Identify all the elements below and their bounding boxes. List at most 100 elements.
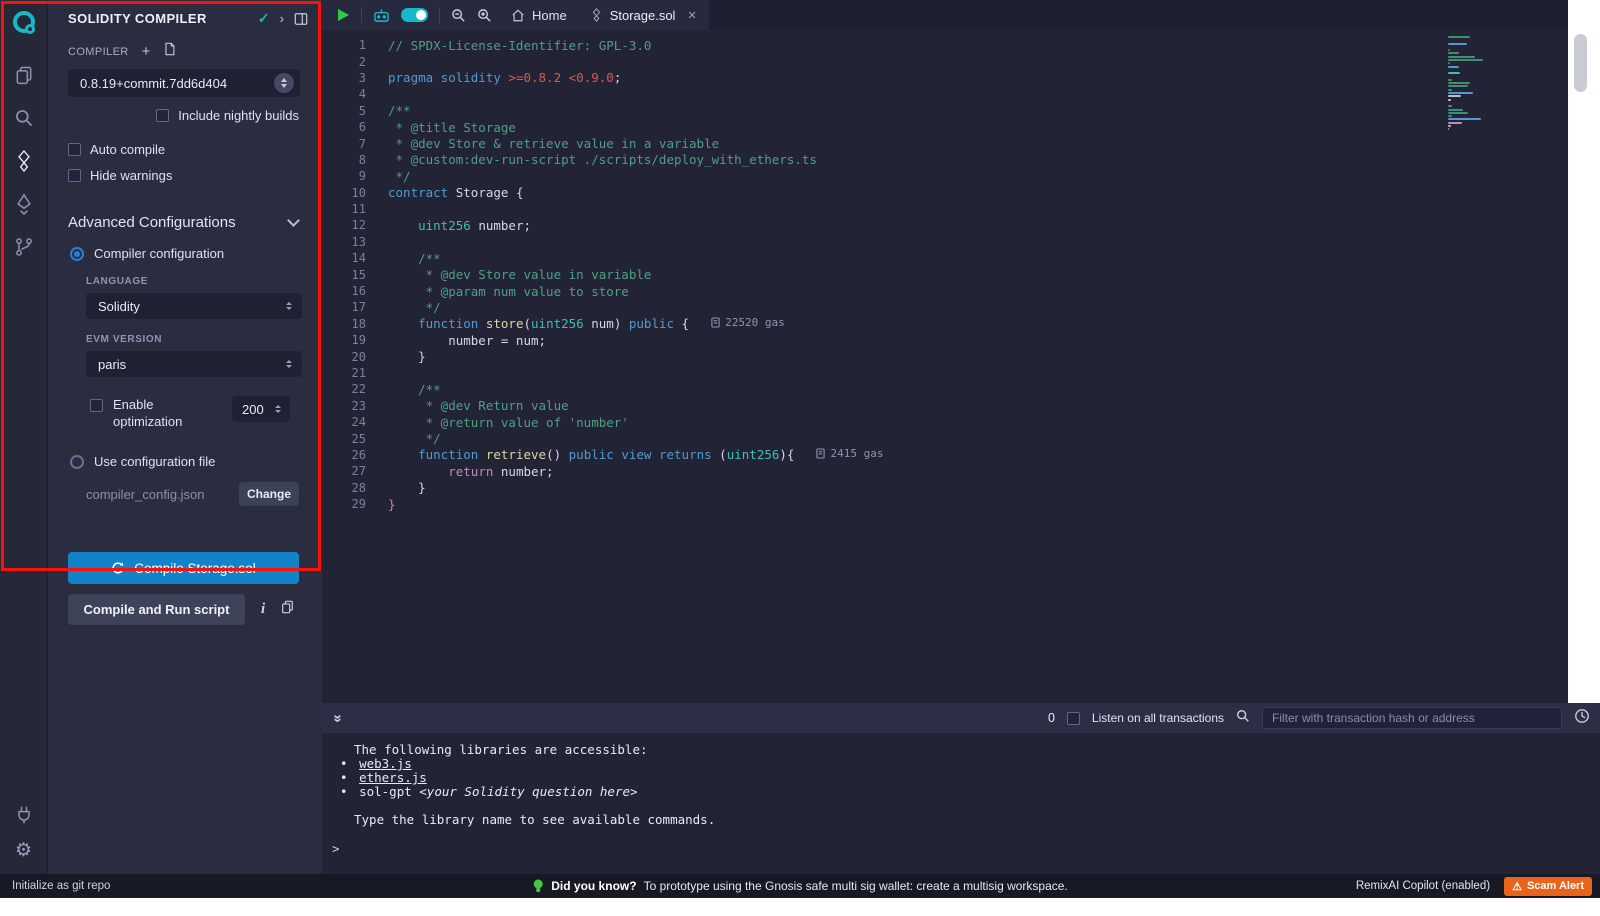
auto-compile-checkbox[interactable] [68, 143, 81, 156]
code-line[interactable]: 22 /** [322, 381, 1568, 397]
settings-gear-icon[interactable]: ⚙ [15, 841, 32, 860]
remix-logo-icon[interactable] [9, 8, 39, 43]
search-icon[interactable] [8, 104, 40, 132]
compiler-version-select[interactable]: 0.8.19+commit.7dd6d404 [68, 69, 300, 97]
code-line[interactable]: 15 * @dev Store value in variable [322, 266, 1568, 282]
copy-icon[interactable] [281, 600, 294, 619]
code-line[interactable]: 11 [322, 201, 1568, 217]
panel-header: SOLIDITY COMPILER ✓ › [48, 0, 322, 27]
code-line[interactable]: 4 [322, 86, 1568, 102]
library-link[interactable]: web3.js [359, 756, 412, 771]
code-line[interactable]: 2 [322, 53, 1568, 69]
editor-controls: Home [322, 0, 579, 30]
git-icon[interactable] [8, 233, 40, 261]
tab-home[interactable]: Home [511, 8, 567, 23]
compile-and-run-button[interactable]: Compile and Run script [68, 594, 245, 625]
library-link[interactable]: ethers.js [359, 770, 427, 785]
include-nightly-checkbox[interactable] [156, 109, 169, 122]
code-line[interactable]: 17 */ [322, 299, 1568, 315]
code-line[interactable]: 12 uint256 number; [322, 217, 1568, 233]
deploy-run-icon[interactable] [8, 190, 40, 218]
evm-version-select[interactable]: paris [86, 351, 302, 377]
gas-estimate-badge[interactable]: 22520 gas [711, 316, 785, 329]
zoom-out-icon[interactable] [451, 8, 466, 23]
advanced-configurations-header[interactable]: Advanced Configurations [48, 214, 322, 231]
add-compiler-icon[interactable]: + [142, 44, 151, 59]
code-line[interactable]: 25 */ [322, 430, 1568, 446]
info-icon[interactable]: i [261, 601, 265, 618]
ai-copilot-robot-icon[interactable] [373, 8, 390, 23]
use-config-file-radio[interactable] [70, 455, 84, 469]
code-line[interactable]: 13 [322, 234, 1568, 250]
scam-alert-badge[interactable]: ⚠ Scam Alert [1504, 877, 1592, 896]
code-line[interactable]: 18 function store(uint256 num) public {2… [322, 316, 1568, 332]
plugin-manager-icon[interactable] [8, 801, 40, 829]
run-script-play-button[interactable] [336, 8, 350, 22]
pin-panel-icon[interactable] [294, 12, 308, 26]
terminal-line: Type the library name to see available c… [332, 813, 1600, 827]
code-line[interactable]: 8 * @custom:dev-run-script ./scripts/dep… [322, 152, 1568, 168]
hide-warnings-checkbox[interactable] [68, 169, 81, 182]
compiler-configuration-label: Compiler configuration [94, 246, 224, 261]
expand-terminal-icon[interactable]: » [330, 714, 347, 722]
transaction-count: 0 [1048, 711, 1055, 725]
pending-clock-icon[interactable] [1574, 708, 1590, 729]
open-file-icon[interactable] [163, 42, 176, 61]
code-line[interactable]: 7 * @dev Store & retrieve value in a var… [322, 135, 1568, 151]
code-line[interactable]: 28 } [322, 480, 1568, 496]
minimap-line [1448, 69, 1512, 71]
listen-transactions-label: Listen on all transactions [1092, 711, 1224, 725]
chevron-right-icon[interactable]: › [280, 11, 284, 26]
code-line[interactable]: 29} [322, 496, 1568, 512]
terminal-search-icon[interactable] [1236, 709, 1250, 728]
minimap-line [1448, 59, 1483, 61]
minimap-line [1448, 99, 1451, 101]
compiler-configuration-radio[interactable] [70, 247, 84, 261]
gas-estimate-badge[interactable]: 2415 gas [816, 447, 883, 460]
code-line[interactable]: 27 return number; [322, 463, 1568, 479]
optimization-runs-input[interactable]: 200 [232, 396, 290, 422]
code-line[interactable]: 9 */ [322, 168, 1568, 184]
transaction-filter-input[interactable] [1262, 707, 1562, 729]
include-nightly-row: Include nightly builds [48, 108, 322, 123]
compile-button[interactable]: Compile Storage.sol [68, 552, 299, 584]
file-explorer-icon[interactable] [8, 61, 40, 89]
solidity-compiler-icon[interactable] [8, 147, 40, 175]
zoom-in-icon[interactable] [477, 8, 492, 23]
code-line[interactable]: 10contract Storage { [322, 185, 1568, 201]
minimap[interactable] [1448, 36, 1512, 132]
code-line[interactable]: 14 /** [322, 250, 1568, 266]
code-line[interactable]: 3pragma solidity >=0.8.2 <0.9.0; [322, 70, 1568, 86]
runs-stepper-icon[interactable] [275, 405, 281, 413]
git-init-status[interactable]: Initialize as git repo [12, 880, 110, 892]
language-select[interactable]: Solidity [86, 293, 302, 319]
solidity-file-icon [591, 8, 602, 22]
enable-optimization-label: Enable optimization [113, 396, 195, 430]
enable-optimization-checkbox[interactable] [90, 399, 103, 412]
code-line[interactable]: 1// SPDX-License-Identifier: GPL-3.0 [322, 37, 1568, 53]
code-line[interactable]: 21 [322, 365, 1568, 381]
code-line[interactable]: 26 function retrieve() public view retur… [322, 447, 1568, 463]
code-line[interactable]: 6 * @title Storage [322, 119, 1568, 135]
terminal-prompt[interactable]: > [332, 842, 1600, 856]
page-scrollbar-track[interactable] [1568, 0, 1600, 703]
code-line[interactable]: 16 * @param num value to store [322, 283, 1568, 299]
terminal[interactable]: The following libraries are accessible:•… [322, 733, 1600, 874]
code-line[interactable]: 20 } [322, 348, 1568, 364]
code-editor[interactable]: 1// SPDX-License-Identifier: GPL-3.023pr… [322, 30, 1568, 703]
code-line[interactable]: 5/** [322, 103, 1568, 119]
code-line[interactable]: 19 number = num; [322, 332, 1568, 348]
listen-transactions-checkbox[interactable] [1067, 712, 1080, 725]
minimap-line [1448, 39, 1512, 41]
status-bar: Initialize as git repo Did you know? To … [0, 874, 1600, 898]
change-config-button[interactable]: Change [239, 482, 299, 506]
close-tab-icon[interactable]: ✕ [687, 9, 696, 22]
line-number: 3 [322, 71, 366, 85]
copilot-status[interactable]: RemixAI Copilot (enabled) [1356, 880, 1490, 892]
tab-storage-sol[interactable]: Storage.sol ✕ [579, 0, 709, 30]
code-line[interactable]: 24 * @return value of 'number' [322, 414, 1568, 430]
copilot-toggle[interactable] [401, 8, 428, 22]
page-scrollbar-thumb[interactable] [1574, 34, 1587, 92]
include-nightly-label: Include nightly builds [178, 108, 299, 123]
code-line[interactable]: 23 * @dev Return value [322, 398, 1568, 414]
